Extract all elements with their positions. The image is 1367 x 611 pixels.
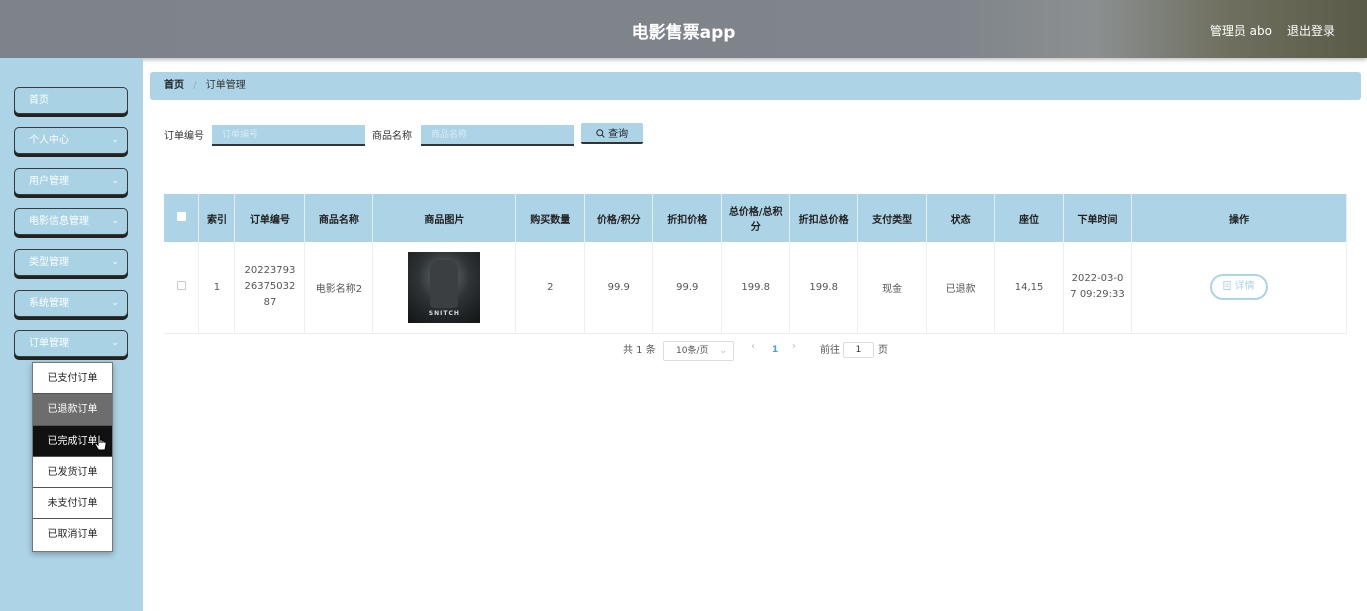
next-page-button[interactable]: › <box>792 341 796 352</box>
column-header: 操作 <box>1131 194 1348 242</box>
sidebar-item-user-management[interactable]: 用户管理 ⌄ <box>14 168 128 195</box>
cell-total: 199.8 <box>721 242 791 334</box>
column-header: 座位 <box>994 194 1065 242</box>
breadcrumb-separator: / <box>193 80 197 91</box>
pagination-total: 共 1 条 <box>623 345 656 356</box>
cell-seat: 14,15 <box>994 242 1065 334</box>
chevron-down-icon: ⌄ <box>111 176 119 186</box>
sidebar-item-type-management[interactable]: 类型管理 ⌄ <box>14 249 128 276</box>
cell-order-time: 2022-03-07 09:29:33 <box>1063 242 1132 334</box>
sidebar-item-order-management[interactable]: 订单管理 ⌄ <box>14 330 128 357</box>
chevron-down-icon: ⌄ <box>111 216 119 226</box>
search-button-label: 查询 <box>608 129 629 140</box>
cell-actions: 详情 <box>1131 242 1348 334</box>
chevron-down-icon: ⌄ <box>719 346 727 356</box>
chevron-down-icon: ⌄ <box>111 338 119 348</box>
column-header: 索引 <box>198 194 236 242</box>
submenu-item-refunded-orders[interactable]: 已退款订单 <box>33 394 112 426</box>
search-button[interactable]: 查询 <box>581 123 643 144</box>
submenu-item-unpaid-orders[interactable]: 未支付订单 <box>33 488 112 520</box>
cell-quantity: 2 <box>515 242 586 334</box>
column-header: 折扣总价格 <box>789 194 859 242</box>
sidebar-item-personal-center[interactable]: 个人中心 ⌄ <box>14 127 128 154</box>
table-header-row: 索引 订单编号 商品名称 商品图片 购买数量 价格/积分 折扣价格 总价格/总积… <box>164 194 1348 242</box>
product-name-label: 商品名称 <box>372 131 412 142</box>
prev-page-button[interactable]: ‹ <box>751 341 755 352</box>
sidebar-item-system-management[interactable]: 系统管理 ⌄ <box>14 290 128 317</box>
cell-pay-type: 现金 <box>857 242 928 334</box>
poster-figure <box>430 259 459 308</box>
movie-poster-image: SNITCH <box>408 251 481 323</box>
submenu-item-paid-orders[interactable]: 已支付订单 <box>33 363 112 395</box>
sidebar-item-label: 类型管理 <box>29 257 69 268</box>
detail-button-label: 详情 <box>1234 281 1255 293</box>
cell-product-image: SNITCH <box>372 242 517 334</box>
goto-page-input[interactable]: 1 <box>843 342 874 358</box>
page-number-current[interactable]: 1 <box>772 345 778 355</box>
sidebar-item-label: 用户管理 <box>29 176 69 187</box>
chevron-down-icon: ⌄ <box>111 135 119 145</box>
column-header: 状态 <box>926 194 996 242</box>
logout-button[interactable]: 退出登录 <box>1287 22 1335 39</box>
sidebar-item-label: 首页 <box>29 95 49 106</box>
column-header: 购买数量 <box>515 194 586 242</box>
cell-order-number: 202237932637503287 <box>234 242 306 334</box>
cell-status: 已退款 <box>926 242 996 334</box>
cell-discount-total: 199.8 <box>789 242 859 334</box>
row-checkbox[interactable] <box>176 281 186 291</box>
row-select-cell <box>164 242 200 334</box>
sidebar-item-movie-management[interactable]: 电影信息管理 ⌄ <box>14 208 128 235</box>
sidebar-item-label: 个人中心 <box>29 135 69 146</box>
orders-table: 索引 订单编号 商品名称 商品图片 购买数量 价格/积分 折扣价格 总价格/总积… <box>164 194 1348 334</box>
select-all-checkbox[interactable] <box>176 212 186 221</box>
submenu-item-cancelled-orders[interactable]: 已取消订单 <box>33 519 112 550</box>
top-header: 电影售票app 管理员 abo 退出登录 <box>0 0 1367 58</box>
column-header: 折扣价格 <box>652 194 723 242</box>
column-header: 价格/积分 <box>584 194 654 242</box>
submenu-item-shipped-orders[interactable]: 已发货订单 <box>33 457 112 489</box>
sidebar-item-label: 订单管理 <box>29 338 69 349</box>
column-header: 支付类型 <box>857 194 928 242</box>
column-header: 总价格/总积分 <box>721 194 791 242</box>
breadcrumb-current: 订单管理 <box>205 80 246 91</box>
page-size-value: 10条/页 <box>676 346 709 356</box>
order-submenu: 已支付订单 已退款订单 已完成订单 已发货订单 未支付订单 已取消订单 <box>32 362 113 552</box>
document-icon <box>1223 281 1231 291</box>
order-number-input[interactable] <box>212 125 365 146</box>
poster-title-text: SNITCH <box>428 309 460 317</box>
order-number-label: 订单编号 <box>164 131 204 142</box>
cell-discount-price: 99.9 <box>652 242 723 334</box>
breadcrumb-home[interactable]: 首页 <box>164 80 184 91</box>
current-user: 管理员 abo <box>1209 24 1272 38</box>
table-row: 1 202237932637503287 电影名称2 SNITCH 2 99.9… <box>164 242 1348 334</box>
select-all-cell <box>164 194 200 242</box>
sidebar-item-home[interactable]: 首页 <box>14 87 128 114</box>
cell-index: 1 <box>198 242 236 334</box>
cell-price: 99.9 <box>584 242 654 334</box>
chevron-down-icon: ⌄ <box>111 257 119 267</box>
detail-button[interactable]: 详情 <box>1209 274 1268 301</box>
sidebar-item-label: 电影信息管理 <box>29 216 89 227</box>
page-size-select[interactable]: 10条/页 ⌄ <box>663 341 734 361</box>
sidebar-item-label: 系统管理 <box>29 298 69 309</box>
breadcrumb: 首页 / 订单管理 <box>150 72 1361 100</box>
product-name-input[interactable] <box>421 125 574 146</box>
app-title: 电影售票app <box>631 23 736 43</box>
column-header: 商品图片 <box>372 194 517 242</box>
column-header: 商品名称 <box>304 194 374 242</box>
cell-product-name: 电影名称2 <box>304 242 374 334</box>
page-unit-label: 页 <box>878 345 888 356</box>
chevron-down-icon: ⌄ <box>111 298 119 308</box>
hand-cursor-icon <box>94 434 107 451</box>
column-header: 下单时间 <box>1063 194 1132 242</box>
search-icon <box>596 129 605 138</box>
column-header: 订单编号 <box>234 194 306 242</box>
goto-label: 前往 <box>820 345 840 356</box>
